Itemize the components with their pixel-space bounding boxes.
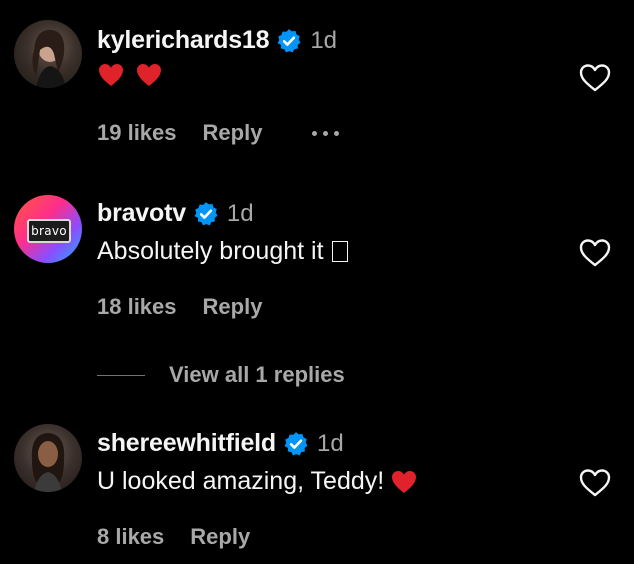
username[interactable]: shereewhitfield [97,429,276,458]
verified-badge-icon [194,201,218,225]
avatar[interactable] [14,424,82,492]
username[interactable]: bravotv [97,199,186,228]
heart-like-icon[interactable] [578,467,612,499]
avatar[interactable]: bravo [14,195,82,263]
heart-like-icon[interactable] [578,62,612,94]
reply-button[interactable]: Reply [203,294,263,320]
reply-button[interactable]: Reply [190,524,250,550]
likes-count[interactable]: 18 likes [97,294,177,320]
bravo-logo: bravo [27,219,71,243]
avatar[interactable] [14,20,82,88]
view-replies-button[interactable]: View all 1 replies [97,362,345,388]
verified-badge-icon [284,431,308,455]
comment-text [97,62,173,88]
timestamp: 1d [317,429,344,457]
verified-badge-icon [277,28,301,52]
timestamp: 1d [226,199,254,227]
red-heart-emoji-icon [392,470,417,493]
comment-text: Absolutely brought it [97,237,324,265]
more-options-icon[interactable] [312,130,340,136]
likes-count[interactable]: 8 likes [97,524,164,550]
likes-count[interactable]: 19 likes [97,120,177,146]
comment-text: U looked amazing, Teddy! [97,467,385,495]
red-heart-emoji-icon [137,64,161,86]
red-heart-emoji-icon [99,64,123,86]
divider [97,374,145,376]
view-replies-label[interactable]: View all 1 replies [169,362,345,388]
reply-button[interactable]: Reply [203,120,263,146]
timestamp: 1d [310,26,338,54]
username[interactable]: kylerichards18 [97,26,270,55]
heart-like-icon[interactable] [578,237,612,269]
missing-glyph-icon [331,241,348,262]
